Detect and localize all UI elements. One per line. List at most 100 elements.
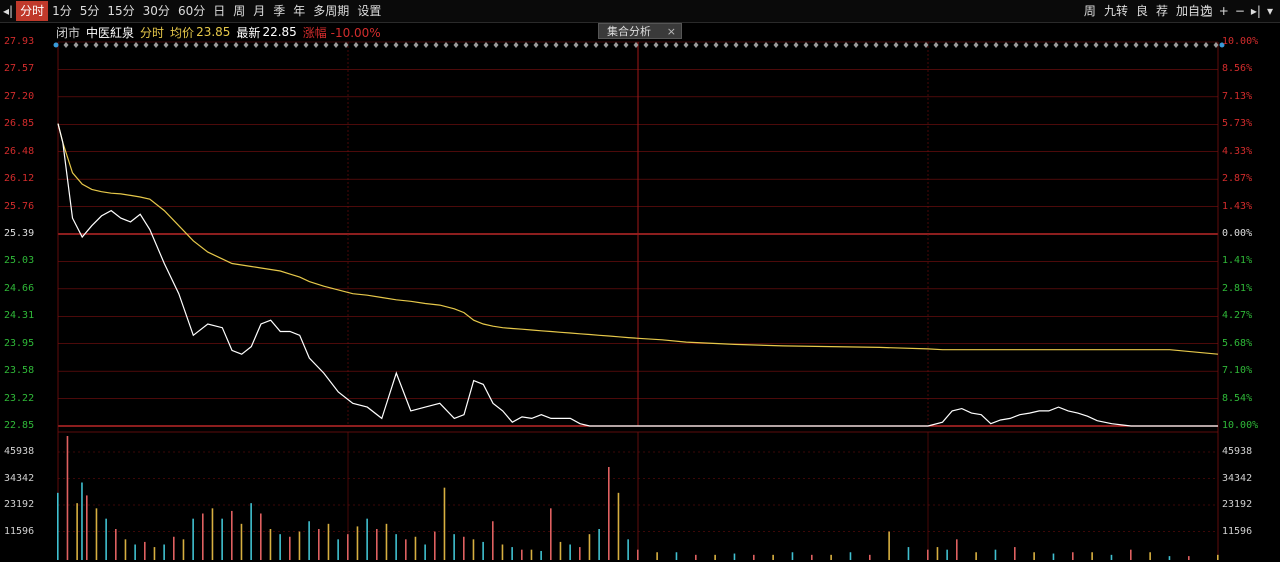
volume-bar [124, 539, 127, 560]
event-marker [153, 42, 159, 48]
volume-bar [617, 492, 620, 560]
event-marker [363, 42, 369, 48]
volume-bar [975, 552, 977, 560]
event-marker [953, 42, 959, 48]
volume-bar [550, 508, 552, 560]
event-marker [693, 42, 699, 48]
volume-bar [66, 436, 69, 560]
percent-axis-label: 7.10% [1222, 365, 1253, 377]
volume-bar [434, 531, 436, 560]
event-marker [793, 42, 799, 48]
event-marker [1153, 42, 1159, 48]
event-marker [673, 42, 679, 48]
volume-bar [849, 552, 852, 560]
event-marker [733, 42, 739, 48]
volume-bar [163, 544, 165, 560]
event-marker [643, 42, 649, 48]
event-marker [1013, 42, 1019, 48]
volume-bar [956, 539, 958, 560]
volume-bar [337, 539, 339, 560]
event-marker [593, 42, 599, 48]
event-marker [453, 42, 459, 48]
event-marker [263, 42, 269, 48]
volume-bar [540, 550, 542, 560]
volume-bar [376, 529, 378, 560]
event-marker [853, 42, 859, 48]
event-marker [603, 42, 609, 48]
volume-bar [269, 529, 272, 560]
event-marker [933, 42, 939, 48]
volume-bar [57, 492, 59, 560]
event-marker [1133, 42, 1139, 48]
volume-bar [395, 534, 397, 560]
event-marker [443, 42, 449, 48]
price-axis-label: 24.66 [4, 282, 35, 294]
event-marker-row [53, 42, 1225, 48]
price-axis-label: 25.76 [4, 200, 35, 212]
event-marker [883, 42, 889, 48]
volume-bar [240, 523, 243, 560]
event-marker [873, 42, 879, 48]
event-marker [1063, 42, 1069, 48]
price-axis-label: 25.03 [4, 255, 35, 267]
volume-bar [1033, 552, 1035, 560]
volume-bar [511, 547, 513, 560]
price-axis-label: 23.95 [4, 337, 35, 349]
volume-bar [231, 510, 233, 560]
volume-bar [144, 541, 146, 560]
volume-axis-label: 34342 [1222, 472, 1253, 484]
volume-bar [753, 554, 755, 560]
event-marker [823, 42, 829, 48]
volume-bar [211, 508, 214, 560]
event-marker [403, 42, 409, 48]
event-marker [753, 42, 759, 48]
volume-bar [289, 536, 291, 560]
event-marker [973, 42, 979, 48]
event-marker [1183, 42, 1189, 48]
event-marker [383, 42, 389, 48]
event-marker [463, 42, 469, 48]
event-marker [283, 42, 289, 48]
percent-axis-label: 4.33% [1222, 145, 1253, 157]
event-marker [393, 42, 399, 48]
event-marker [803, 42, 809, 48]
intraday-chart[interactable] [0, 0, 1280, 562]
event-marker [233, 42, 239, 48]
volume-bar [656, 552, 658, 560]
event-marker [763, 42, 769, 48]
volume-bar [1091, 552, 1093, 560]
volume-bar [76, 503, 78, 560]
event-marker [1103, 42, 1109, 48]
event-marker [913, 42, 919, 48]
volume-bar [385, 523, 388, 560]
volume-bar [1110, 554, 1113, 560]
event-marker [583, 42, 589, 48]
volume-bar [733, 553, 736, 560]
volume-bar [318, 529, 320, 560]
volume-bar [1052, 553, 1055, 560]
volume-bar [86, 495, 88, 560]
event-marker [1023, 42, 1029, 48]
event-marker [113, 42, 119, 48]
volume-bar [405, 539, 407, 560]
percent-axis-label: 8.54% [1222, 392, 1253, 404]
event-marker [833, 42, 839, 48]
event-marker [423, 42, 429, 48]
event-marker [413, 42, 419, 48]
volume-bar [134, 544, 136, 560]
event-marker [1123, 42, 1129, 48]
event-marker [143, 42, 149, 48]
volume-bar [347, 534, 349, 560]
event-marker [83, 42, 89, 48]
volume-bar [482, 541, 484, 560]
event-marker [773, 42, 779, 48]
event-marker [653, 42, 659, 48]
percent-axis-label: 7.13% [1222, 90, 1253, 102]
event-marker [1053, 42, 1059, 48]
percent-axis-label: 5.73% [1222, 118, 1253, 130]
volume-bar [675, 552, 678, 560]
event-marker [613, 42, 619, 48]
volume-bar [521, 549, 523, 560]
event-marker [303, 42, 309, 48]
event-marker [703, 42, 709, 48]
